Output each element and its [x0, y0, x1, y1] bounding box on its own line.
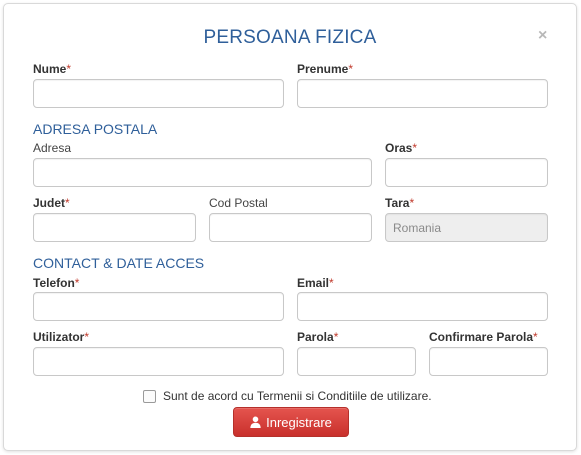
- confirmare-parola-label: Confirmare Parola*: [429, 330, 538, 344]
- nume-label: Nume*: [33, 62, 72, 76]
- section-address-heading: ADRESA POSTALA: [33, 121, 158, 137]
- cod-postal-input[interactable]: [209, 213, 372, 242]
- adresa-input[interactable]: [33, 158, 372, 187]
- close-button[interactable]: ×: [538, 26, 547, 46]
- utilizator-label: Utilizator*: [33, 330, 90, 344]
- email-input[interactable]: [297, 292, 548, 321]
- cod-postal-label: Cod Postal: [209, 196, 268, 210]
- utilizator-input[interactable]: [33, 347, 284, 376]
- prenume-label: Prenume*: [297, 62, 354, 76]
- dialog-title: PERSOANA FIZICA: [203, 27, 377, 48]
- terms-checkbox[interactable]: [143, 390, 156, 403]
- register-button-label: Inregistrare: [266, 414, 332, 430]
- prenume-input[interactable]: [297, 79, 548, 108]
- judet-input[interactable]: [33, 213, 196, 242]
- user-icon: [250, 416, 261, 428]
- judet-label: Judet*: [33, 196, 70, 210]
- terms-label[interactable]: Sunt de acord cu Termenii si Conditiile …: [163, 389, 432, 403]
- adresa-label: Adresa: [33, 141, 72, 155]
- nume-input[interactable]: [33, 79, 284, 108]
- tara-label: Tara*: [385, 196, 415, 210]
- email-label: Email*: [297, 276, 334, 290]
- register-button[interactable]: Inregistrare: [233, 407, 349, 437]
- telefon-input[interactable]: [33, 292, 284, 321]
- confirmare-parola-input[interactable]: [429, 347, 548, 376]
- section-contact-heading: CONTACT & DATE ACCES: [33, 255, 205, 271]
- telefon-label: Telefon*: [33, 276, 80, 290]
- tara-input: [385, 213, 548, 242]
- parola-label: Parola*: [297, 330, 339, 344]
- oras-input[interactable]: [385, 158, 548, 187]
- parola-input[interactable]: [297, 347, 416, 376]
- oras-label: Oras*: [385, 141, 418, 155]
